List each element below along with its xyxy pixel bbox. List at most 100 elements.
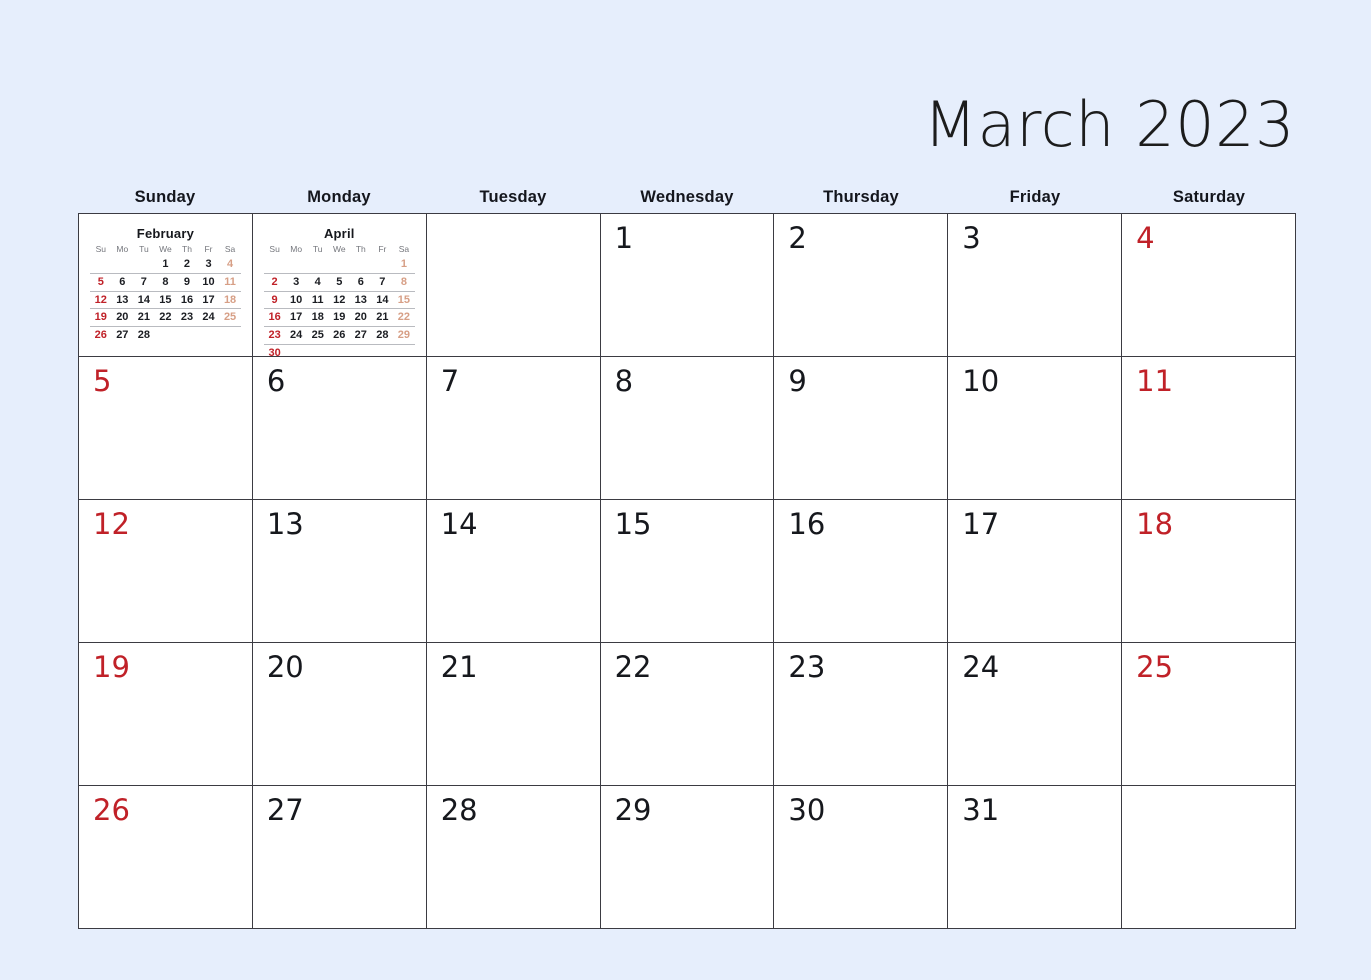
calendar-cell-day-7[interactable]: 7 bbox=[426, 357, 601, 500]
mini-day-cell: 7 bbox=[133, 272, 155, 292]
calendar-cell-day-11[interactable]: 11 bbox=[1122, 357, 1296, 500]
mini-weekday-label: Mo bbox=[290, 244, 303, 254]
mini-day-cell: 3 bbox=[205, 258, 212, 271]
calendar-cell-day-25[interactable]: 25 bbox=[1122, 643, 1296, 786]
mini-week-row: 5 6 7 8 9 10 11 bbox=[90, 272, 241, 292]
calendar-grid: February Su Mo Tu We Th Fr Sa 1 2 3 4 5 6 7 8 9 10 11 12 13… bbox=[78, 213, 1296, 929]
day-number: 18 bbox=[1136, 507, 1174, 541]
weekday-header-saturday: Saturday bbox=[1172, 188, 1246, 206]
calendar-cell-day-19[interactable]: 19 bbox=[79, 643, 253, 786]
day-number: 6 bbox=[266, 364, 286, 398]
calendar-cell-day-22[interactable]: 22 bbox=[600, 643, 775, 786]
calendar-cell-day-24[interactable]: 24 bbox=[948, 643, 1123, 786]
mini-day-cell: 4 bbox=[306, 272, 329, 292]
mini-day-cell: 14 bbox=[371, 290, 394, 309]
mini-week-row: 30 bbox=[263, 343, 415, 356]
day-number: 28 bbox=[440, 793, 478, 827]
mini-calendar-title: April bbox=[323, 226, 355, 241]
calendar-cell-day-4[interactable]: 4 bbox=[1122, 214, 1296, 357]
calendar-cell-day-27[interactable]: 27 bbox=[252, 786, 427, 929]
calendar-cell-day-9[interactable]: 9 bbox=[774, 357, 949, 500]
mini-week-row: 23 24 25 26 27 28 29 bbox=[263, 325, 415, 345]
mini-day-blank bbox=[306, 343, 329, 356]
mini-day-cell: 8 bbox=[154, 272, 177, 292]
calendar-cell-day-2[interactable]: 2 bbox=[774, 214, 949, 357]
calendar-cell-day-30[interactable]: 30 bbox=[774, 786, 949, 929]
day-number: 13 bbox=[266, 507, 304, 541]
day-number: 26 bbox=[93, 793, 130, 827]
weekday-header-tuesday: Tuesday bbox=[479, 188, 547, 206]
weekday-header-monday: Monday bbox=[307, 188, 371, 206]
day-number: 30 bbox=[788, 793, 826, 827]
mini-day-cell: 12 bbox=[90, 290, 112, 309]
mini-weekday-label: Su bbox=[269, 244, 280, 254]
calendar-cell-day-14[interactable]: 14 bbox=[426, 500, 601, 643]
mini-day-cell: 17 bbox=[197, 290, 220, 309]
mini-weekday-label: Fr bbox=[378, 244, 387, 254]
day-number: 14 bbox=[440, 507, 478, 541]
mini-calendar-table: Su Mo Tu We Th Fr Sa 1 2 3 4 5 6 7 8 9 10 11 12 13 14 15 16 17… bbox=[263, 244, 415, 356]
calendar-cell-day-15[interactable]: 15 bbox=[600, 500, 775, 643]
calendar-cell-day-28[interactable]: 28 bbox=[426, 786, 601, 929]
mini-day-cell: 1 bbox=[162, 258, 169, 271]
calendar-cell-day-20[interactable]: 20 bbox=[252, 643, 427, 786]
mini-day-cell: 23 bbox=[176, 308, 198, 327]
mini-day-cell: 17 bbox=[285, 308, 307, 327]
calendar-cell-day-21[interactable]: 21 bbox=[426, 643, 601, 786]
mini-weekday-label: Tu bbox=[139, 244, 149, 254]
mini-day-cell: 10 bbox=[197, 272, 220, 292]
weekday-header-thursday: Thursday bbox=[823, 188, 899, 206]
calendar-cell-day-8[interactable]: 8 bbox=[600, 357, 775, 500]
mini-day-cell: 25 bbox=[306, 325, 329, 345]
calendar-cell-day-17[interactable]: 17 bbox=[948, 500, 1123, 643]
mini-day-blank bbox=[264, 256, 286, 273]
calendar-cell-day-31[interactable]: 31 bbox=[948, 786, 1123, 929]
mini-day-blank bbox=[197, 325, 220, 344]
calendar-cell-empty[interactable] bbox=[426, 214, 601, 357]
mini-day-cell: 25 bbox=[219, 308, 241, 327]
mini-day-cell: 28 bbox=[371, 325, 394, 345]
calendar-cell-mini-february[interactable]: February Su Mo Tu We Th Fr Sa 1 2 3 4 5 6 7 8 9 10 11 12 13… bbox=[79, 214, 253, 357]
calendar-cell-empty[interactable] bbox=[1122, 786, 1296, 929]
day-number: 12 bbox=[93, 507, 130, 541]
mini-day-cell: 24 bbox=[285, 325, 307, 345]
mini-day-cell: 8 bbox=[393, 272, 415, 292]
calendar-cell-day-6[interactable]: 6 bbox=[252, 357, 427, 500]
calendar-cell-day-18[interactable]: 18 bbox=[1122, 500, 1296, 643]
day-number: 8 bbox=[614, 364, 634, 398]
calendar-cell-day-29[interactable]: 29 bbox=[600, 786, 775, 929]
mini-week-row: 16 17 18 19 20 21 22 bbox=[263, 308, 415, 327]
calendar-cell-day-26[interactable]: 26 bbox=[79, 786, 253, 929]
calendar-cell-day-12[interactable]: 12 bbox=[79, 500, 253, 643]
calendar-cell-mini-april[interactable]: April Su Mo Tu We Th Fr Sa 1 2 3 4 5 6 7 8 9 10 11 12 13 14 1… bbox=[252, 214, 427, 357]
calendar-cell-day-16[interactable]: 16 bbox=[774, 500, 949, 643]
mini-weekday-label: Th bbox=[182, 244, 192, 254]
day-number: 11 bbox=[1136, 364, 1174, 398]
mini-day-cell: 27 bbox=[350, 325, 372, 345]
mini-day-cell: 6 bbox=[111, 272, 134, 292]
day-number: 19 bbox=[93, 650, 130, 684]
day-number: 21 bbox=[440, 650, 478, 684]
mini-week-row: 2345678 bbox=[263, 272, 415, 292]
calendar-page: March 2023 Sunday Monday Tuesday Wednesday T… bbox=[0, 0, 1371, 980]
mini-day-cell: 9 bbox=[176, 272, 198, 292]
calendar-cell-day-13[interactable]: 13 bbox=[252, 500, 427, 643]
mini-week-row: 1 2 3 4 bbox=[90, 256, 241, 273]
mini-day-cell: 19 bbox=[328, 308, 351, 327]
day-number: 15 bbox=[614, 507, 652, 541]
mini-day-cell: 22 bbox=[393, 308, 415, 327]
mini-week-row: 9 10 11 12 13 14 15 bbox=[263, 290, 415, 309]
mini-week-row: 19 20 21 22 23 24 25 bbox=[90, 308, 241, 327]
calendar-cell-day-3[interactable]: 3 bbox=[948, 214, 1123, 357]
mini-weekday-label: Tu bbox=[312, 244, 323, 254]
mini-day-cell: 18 bbox=[219, 290, 241, 309]
day-number: 23 bbox=[788, 650, 826, 684]
mini-day-cell: 11 bbox=[306, 290, 329, 309]
mini-day-blank bbox=[372, 256, 394, 273]
calendar-cell-day-23[interactable]: 23 bbox=[774, 643, 949, 786]
calendar-cell-day-10[interactable]: 10 bbox=[948, 357, 1123, 500]
mini-weekday-label: We bbox=[159, 244, 172, 254]
calendar-cell-day-1[interactable]: 1 bbox=[600, 214, 775, 357]
calendar-cell-day-5[interactable]: 5 bbox=[79, 357, 253, 500]
mini-day-cell: 11 bbox=[219, 272, 241, 292]
